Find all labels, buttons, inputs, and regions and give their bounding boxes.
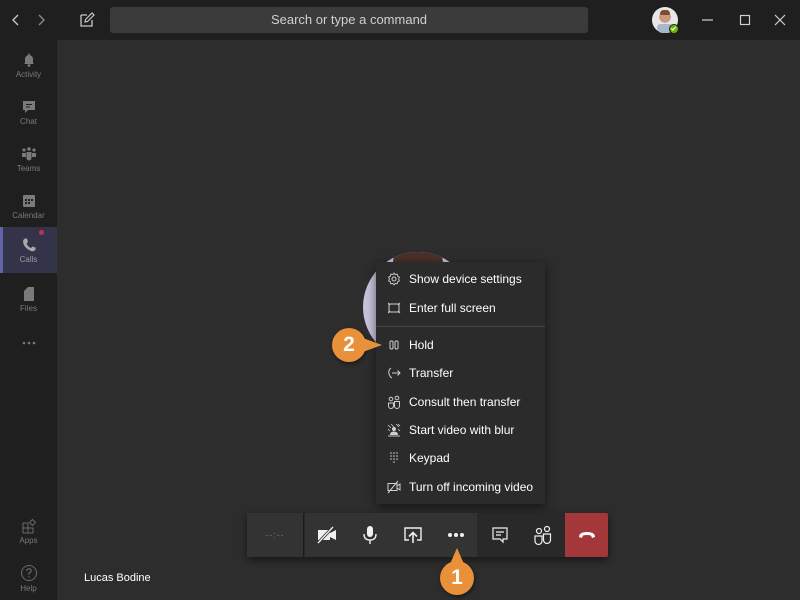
camera-toggle-button[interactable] (305, 513, 348, 557)
share-screen-button[interactable] (391, 513, 434, 557)
share-screen-icon (404, 527, 422, 543)
forward-button[interactable] (31, 10, 51, 30)
rail-item-label: Apps (19, 536, 38, 545)
hang-up-button[interactable] (565, 513, 608, 557)
menu-item-label: Show device settings (409, 272, 522, 286)
rail-item-help[interactable]: Help (0, 557, 57, 600)
rail-item-label: Calendar (12, 211, 45, 220)
rail-item-label: Activity (15, 70, 42, 79)
menu-divider (376, 326, 545, 327)
people-icon (534, 525, 552, 546)
more-dots-icon (448, 533, 464, 537)
menu-item-consult-then-transfer[interactable]: Consult then transfer (376, 389, 545, 415)
callout-number: 2 (343, 333, 355, 356)
conversation-button[interactable] (478, 513, 521, 557)
bell-icon (23, 53, 34, 67)
rail-item-label: Calls (19, 255, 38, 264)
rail-item-more[interactable] (0, 330, 57, 356)
chat-icon (22, 101, 35, 113)
menu-item-label: Hold (409, 338, 434, 352)
menu-item-label: Keypad (409, 451, 450, 465)
camera-off-icon (316, 525, 336, 545)
menu-item-label: Turn off incoming video (409, 480, 534, 494)
microphone-icon (363, 526, 377, 544)
minimize-button[interactable] (696, 8, 720, 32)
rail-item-activity[interactable]: Activity (0, 44, 57, 90)
teams-window: Search or type a command Activity Chat T… (0, 0, 800, 600)
consult-transfer-icon (388, 395, 400, 409)
apps-icon (22, 518, 36, 534)
menu-item-label: Transfer (409, 366, 454, 380)
more-actions-menu: Show device settings Enter full screen H… (376, 262, 545, 504)
chevron-left-icon (12, 14, 19, 26)
video-blur-icon (387, 423, 401, 437)
hold-icon (389, 340, 399, 350)
more-icon (22, 341, 35, 345)
hang-up-icon (579, 532, 595, 538)
app-rail: Activity Chat Teams Calendar Calls Files (0, 40, 57, 600)
rail-item-label: Teams (16, 164, 41, 173)
callout-number: 1 (451, 566, 463, 589)
rail-item-calendar[interactable]: Calendar (0, 185, 57, 231)
minimize-icon (702, 19, 713, 21)
microphone-button[interactable] (348, 513, 391, 557)
menu-item-enter-full-screen[interactable]: Enter full screen (376, 295, 545, 321)
menu-item-keypad[interactable]: Keypad (376, 445, 545, 471)
new-chat-button[interactable] (78, 11, 96, 29)
call-controls-bar: --:-- (247, 513, 608, 557)
menu-item-hold[interactable]: Hold (376, 332, 545, 358)
participants-button[interactable] (521, 513, 564, 557)
step-callout-2: 2 (332, 328, 382, 362)
gear-icon (388, 272, 400, 286)
fullscreen-icon (387, 302, 401, 314)
close-icon (774, 14, 786, 26)
title-bar: Search or type a command (0, 0, 800, 40)
call-timer: --:-- (247, 513, 304, 557)
help-icon (20, 565, 37, 581)
rail-item-teams[interactable]: Teams (0, 138, 57, 184)
presence-badge (669, 24, 679, 34)
maximize-button[interactable] (733, 8, 757, 32)
search-input[interactable]: Search or type a command (110, 7, 588, 33)
rail-item-chat[interactable]: Chat (0, 91, 57, 137)
check-icon (670, 26, 677, 31)
teams-icon (21, 147, 36, 161)
menu-item-show-device-settings[interactable]: Show device settings (376, 266, 545, 292)
maximize-icon (739, 14, 751, 26)
rail-item-label: Chat (20, 117, 37, 126)
menu-item-start-video-with-blur[interactable]: Start video with blur (376, 417, 545, 443)
notification-dot (39, 230, 44, 235)
menu-item-label: Consult then transfer (409, 395, 521, 409)
file-icon (23, 287, 34, 301)
menu-item-label: Start video with blur (409, 423, 515, 437)
keypad-icon (390, 452, 398, 463)
rail-item-label: Files (20, 304, 37, 313)
close-button[interactable] (768, 8, 792, 32)
transfer-icon (388, 367, 401, 379)
back-button[interactable] (6, 10, 26, 30)
step-callout-1: 1 (440, 548, 474, 595)
compose-icon (80, 12, 95, 27)
menu-item-transfer[interactable]: Transfer (376, 360, 545, 386)
menu-item-turn-off-incoming-video[interactable]: Turn off incoming video (376, 474, 545, 500)
rail-item-label: Help (20, 584, 37, 593)
calendar-icon (22, 195, 35, 207)
rail-item-apps[interactable]: Apps (0, 510, 57, 556)
rail-item-files[interactable]: Files (0, 278, 57, 324)
menu-item-label: Enter full screen (409, 301, 496, 315)
chat-bubble-icon (492, 527, 508, 544)
avatar-hair (660, 10, 670, 15)
caller-name: Lucas Bodine (84, 572, 151, 584)
rail-item-calls[interactable]: Calls (0, 227, 57, 273)
phone-icon (22, 238, 35, 252)
chevron-right-icon (38, 14, 45, 26)
video-off-icon (387, 480, 401, 494)
